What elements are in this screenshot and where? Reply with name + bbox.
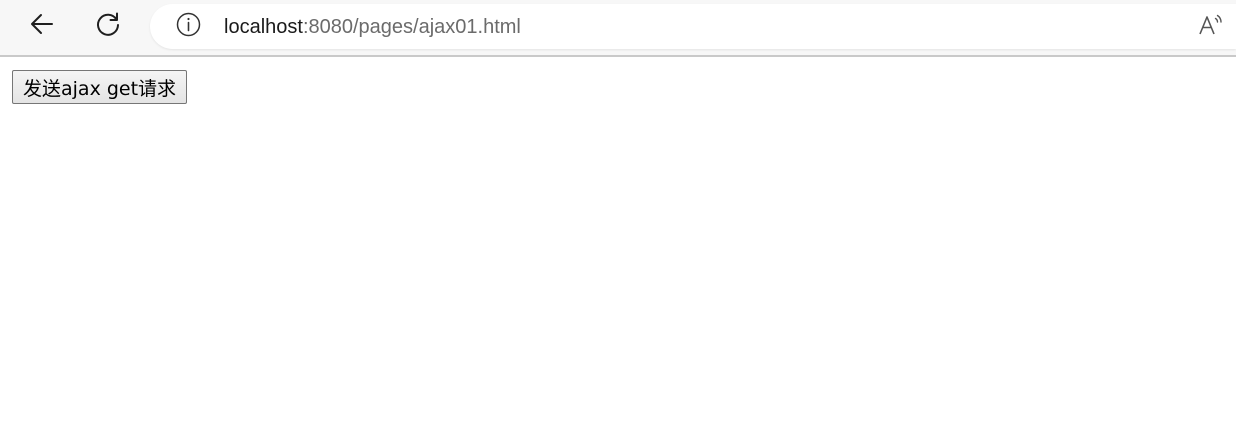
url-host: localhost bbox=[224, 16, 303, 38]
url-path: :8080/pages/ajax01.html bbox=[302, 16, 521, 38]
url-text[interactable]: localhost:8080/pages/ajax01.html bbox=[224, 15, 521, 39]
send-ajax-get-button[interactable]: 发送ajax get请求 bbox=[12, 70, 188, 104]
reload-button[interactable] bbox=[90, 8, 126, 44]
browser-toolbar: localhost:8080/pages/ajax01.html bbox=[0, 0, 1236, 57]
read-aloud-button[interactable] bbox=[1198, 14, 1224, 40]
read-aloud-icon bbox=[1198, 12, 1224, 43]
reload-icon bbox=[94, 10, 122, 43]
back-arrow-icon bbox=[28, 10, 56, 43]
page-content: 发送ajax get请求 bbox=[0, 57, 1236, 422]
back-button[interactable] bbox=[24, 8, 60, 44]
site-info-button[interactable] bbox=[176, 12, 201, 42]
info-icon bbox=[176, 12, 201, 42]
address-bar[interactable]: localhost:8080/pages/ajax01.html bbox=[150, 4, 1236, 49]
